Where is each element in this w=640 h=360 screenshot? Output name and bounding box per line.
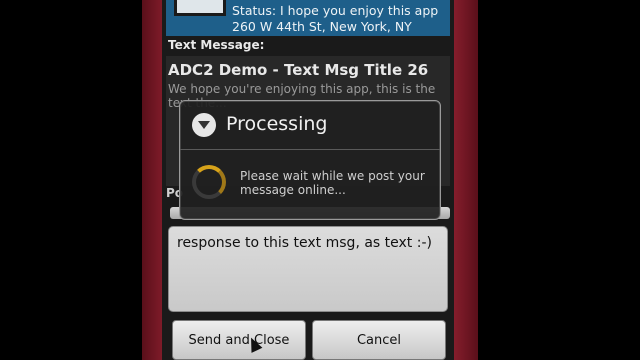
alert-icon: [192, 113, 216, 137]
processing-dialog: Processing Please wait while we post you…: [179, 100, 441, 220]
avatar: [174, 0, 226, 16]
dialog-message: Please wait while we post your message o…: [240, 169, 425, 197]
send-and-close-button[interactable]: Send and Close: [172, 320, 306, 360]
loading-spinner-icon: [192, 165, 226, 199]
cancel-button[interactable]: Cancel: [312, 320, 446, 360]
text-message-title: ADC2 Demo - Text Msg Title 26: [168, 61, 429, 79]
response-textarea[interactable]: response to this text msg, as text :-): [168, 226, 448, 312]
response-text: response to this text msg, as text :-): [177, 235, 432, 251]
text-message-label: Text Message:: [168, 38, 265, 52]
status-card[interactable]: Status: I hope you enjoy this app 260 W …: [166, 0, 450, 36]
dialog-title: Processing: [226, 113, 328, 135]
status-text: Status: I hope you enjoy this app: [232, 3, 439, 18]
dialog-header: Processing: [180, 101, 440, 150]
status-address: 260 W 44th St, New York, NY: [232, 19, 412, 34]
